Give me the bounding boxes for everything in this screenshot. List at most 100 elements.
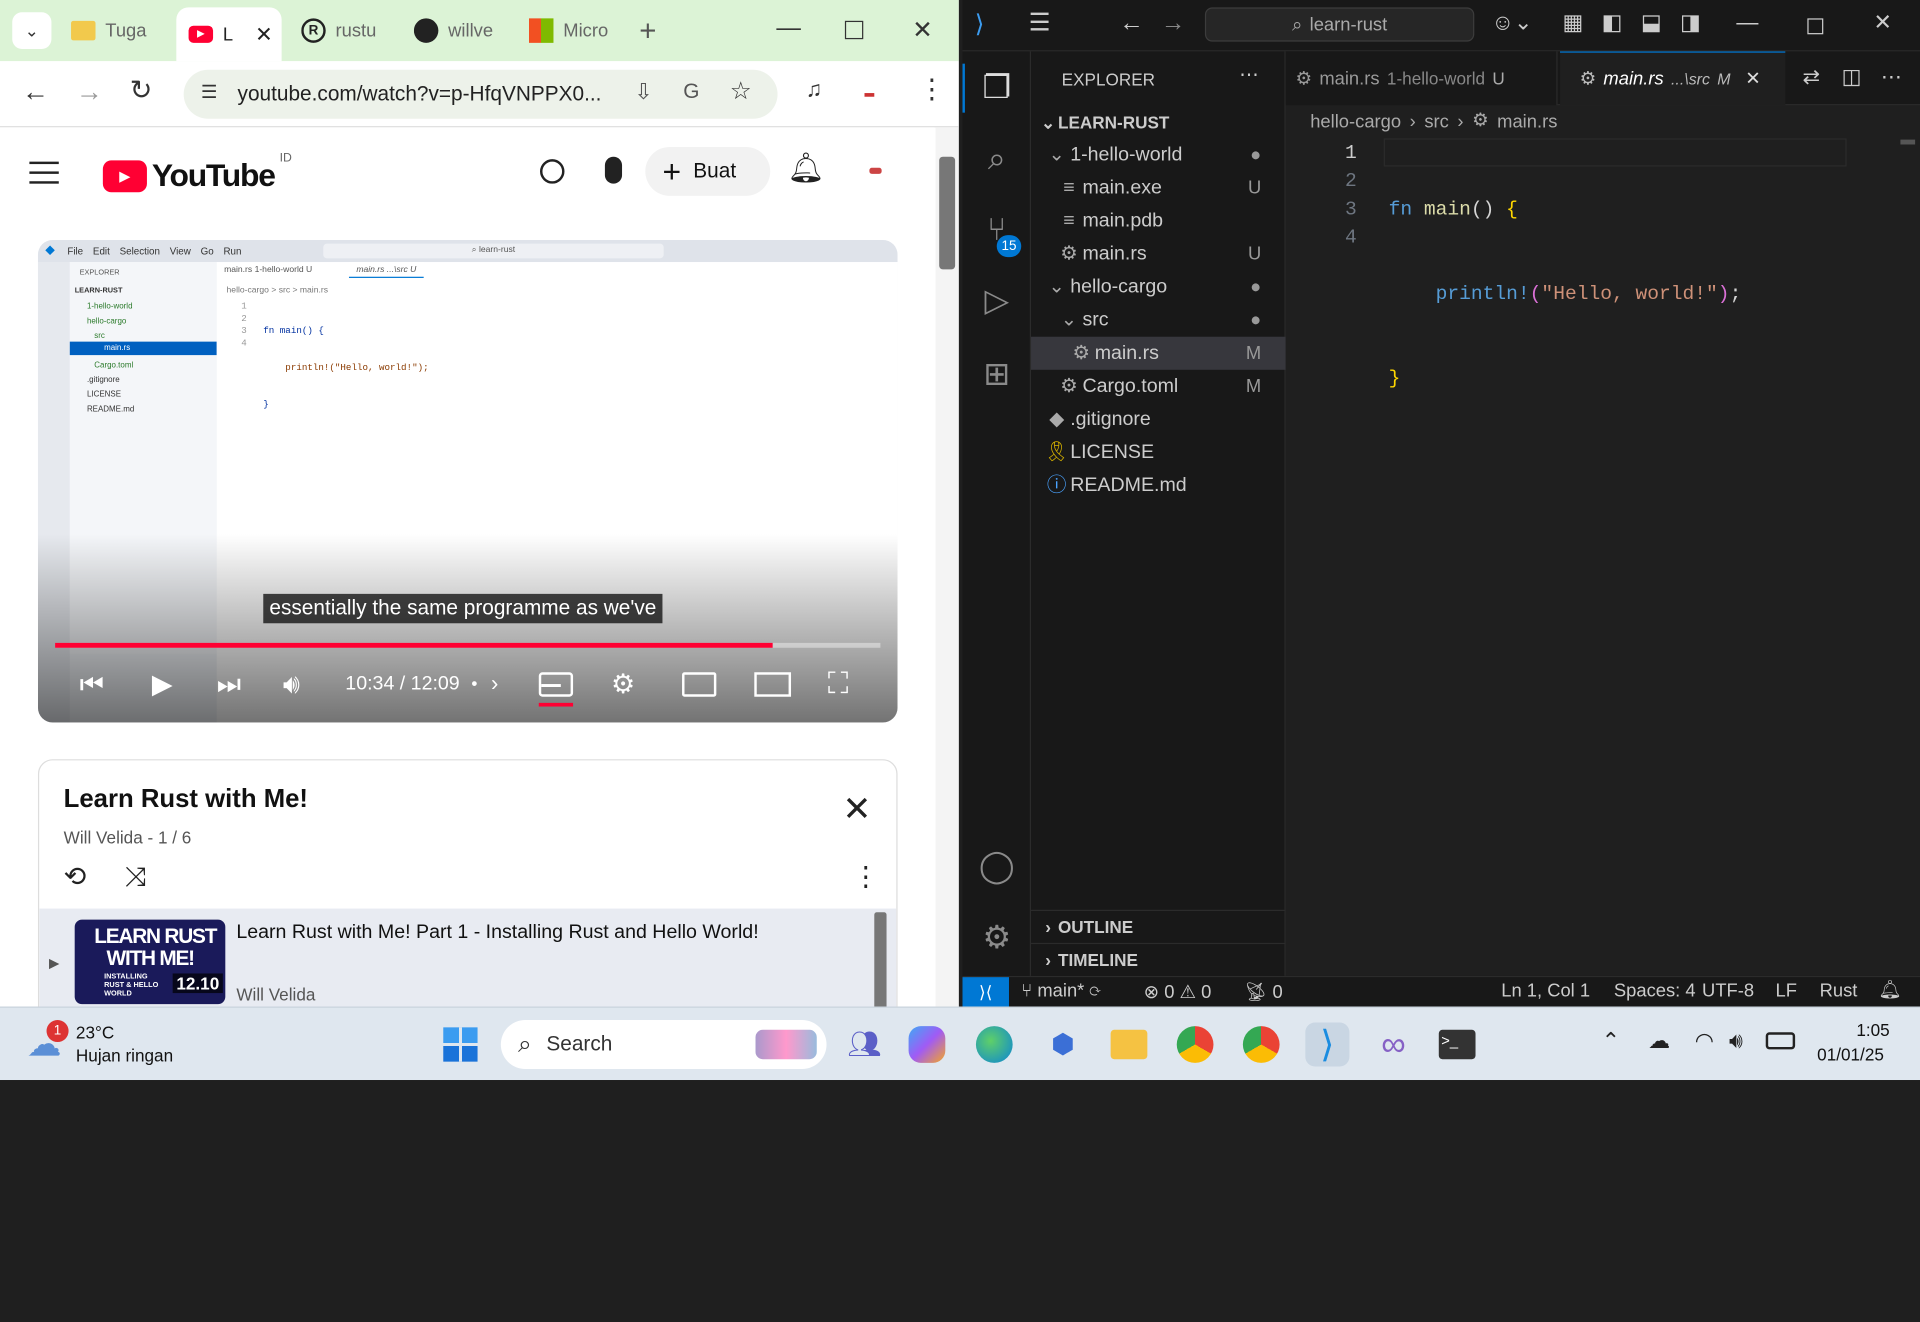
- shuffle-icon[interactable]: ⤨: [125, 863, 147, 890]
- create-button[interactable]: + Buat: [645, 146, 771, 196]
- explorer-more-icon[interactable]: ⋯: [1239, 66, 1259, 86]
- maximize-button[interactable]: [1807, 18, 1824, 35]
- clock-date[interactable]: 01/01/25: [1817, 1044, 1884, 1064]
- playlist-scrollbar[interactable]: [874, 912, 887, 1007]
- youtube-logo[interactable]: ▶ YouTube ID: [102, 152, 292, 195]
- fullscreen-icon[interactable]: ⛶: [828, 667, 849, 701]
- terminal-icon[interactable]: >_: [1435, 1022, 1479, 1066]
- extension-icon[interactable]: [864, 93, 875, 97]
- clock-time[interactable]: 1:05: [1856, 1020, 1889, 1040]
- toggle-secondary-sidebar-icon[interactable]: ◨: [1680, 11, 1701, 33]
- teams-icon[interactable]: 👥︎: [842, 1022, 886, 1066]
- vscode-icon[interactable]: ⟩: [1305, 1022, 1350, 1067]
- menu-icon[interactable]: ☰: [1029, 11, 1051, 35]
- customize-layout-icon[interactable]: ▦: [1562, 11, 1583, 33]
- nav-back-icon[interactable]: ←: [1119, 11, 1143, 35]
- battery-icon[interactable]: [1765, 1032, 1796, 1050]
- minimap-slider[interactable]: [1900, 139, 1916, 145]
- explorer-root[interactable]: ⌄ LEARN-RUST: [1031, 105, 1286, 138]
- run-debug-icon[interactable]: ▷: [962, 282, 1031, 320]
- notifications-bell-icon[interactable]: 🔔︎: [1878, 981, 1901, 999]
- sync-icon[interactable]: ⟳: [1089, 981, 1100, 1002]
- app-icon[interactable]: ⬢: [1041, 1022, 1085, 1066]
- media-control-icon[interactable]: ♫: [806, 78, 823, 100]
- maximize-button[interactable]: [844, 20, 864, 40]
- indentation[interactable]: Spaces: 4: [1614, 981, 1696, 1002]
- branch-status[interactable]: ⑂ main* ⟳: [1021, 981, 1100, 1002]
- ports-status[interactable]: 📡︎ 0: [1244, 981, 1283, 1003]
- tree-item[interactable]: ≡ main.exe U: [1031, 171, 1286, 204]
- taskbar-search[interactable]: ⌕ Search: [500, 1020, 827, 1069]
- site-info-icon[interactable]: ☰: [201, 83, 217, 101]
- editor-more-icon[interactable]: ⋯: [1881, 66, 1902, 87]
- tab-tugas[interactable]: Tuga: [71, 12, 167, 49]
- chrome-menu-icon[interactable]: ⋮: [918, 75, 945, 103]
- visual-studio-icon[interactable]: ∞: [1371, 1022, 1415, 1066]
- notifications-bell-icon[interactable]: 🔔︎: [787, 154, 824, 183]
- tab-microsoft[interactable]: Micro: [528, 12, 615, 49]
- theater-mode-icon[interactable]: [754, 672, 792, 697]
- chapter-chevron-icon[interactable]: ›: [491, 671, 498, 697]
- extensions-icon[interactable]: ⊞: [962, 355, 1031, 393]
- tree-item[interactable]: ⌄ hello-cargo ●: [1031, 271, 1286, 304]
- toggle-sidebar-icon[interactable]: ◧: [1602, 11, 1623, 33]
- volume-icon[interactable]: 🔊︎: [1729, 1030, 1743, 1052]
- tab-search-button[interactable]: ⌄: [12, 12, 52, 49]
- file-explorer-icon[interactable]: [1107, 1022, 1151, 1066]
- tree-item[interactable]: ◆ .gitignore: [1031, 403, 1286, 436]
- tree-item[interactable]: 🎗︎ LICENSE: [1031, 436, 1286, 469]
- close-window-button[interactable]: ✕: [1873, 11, 1891, 33]
- tab-youtube[interactable]: ▶ L ✕: [176, 7, 282, 62]
- video-player[interactable]: ◆ File Edit Selection View Go Run ⌕ learn-rus…: [37, 240, 898, 723]
- nav-forward-icon[interactable]: →: [1161, 11, 1185, 35]
- page-scrollbar-thumb[interactable]: [939, 156, 956, 270]
- breadcrumb-item[interactable]: src: [1424, 111, 1448, 132]
- miniplayer-icon[interactable]: [682, 672, 717, 697]
- next-video-icon[interactable]: ⏭︎: [217, 669, 241, 701]
- search-icon[interactable]: [540, 159, 565, 184]
- edge-icon[interactable]: [975, 1026, 1013, 1063]
- search-icon[interactable]: ⌕: [962, 140, 1031, 179]
- toggle-panel-icon[interactable]: ⬓: [1641, 11, 1662, 33]
- cursor-position[interactable]: Ln 1, Col 1: [1501, 981, 1590, 1002]
- tree-item[interactable]: ⚙ Cargo.toml M: [1031, 370, 1286, 403]
- close-icon[interactable]: ✕: [842, 792, 871, 826]
- breadcrumb-item[interactable]: main.rs: [1497, 111, 1557, 132]
- settings-gear-icon[interactable]: ⚙︎: [611, 669, 635, 701]
- end-of-line[interactable]: LF: [1776, 981, 1797, 1002]
- chrome-profile-1-icon[interactable]: [1173, 1022, 1217, 1066]
- problems-status[interactable]: ⊗ 0 ⚠ 0: [1144, 981, 1212, 1003]
- tab-rustup[interactable]: R rustu: [301, 12, 387, 49]
- wifi-icon[interactable]: ◠: [1695, 1030, 1714, 1052]
- video-progress-bar[interactable]: [55, 642, 881, 648]
- more-options-icon[interactable]: ⋮: [852, 863, 879, 890]
- tree-item[interactable]: ⌄ 1-hello-world ●: [1031, 138, 1286, 171]
- volume-icon[interactable]: 🔊︎: [283, 669, 300, 701]
- tab-main-rs-hello-world[interactable]: ⚙ main.rs 1-hello-world U: [1285, 51, 1558, 106]
- reload-button[interactable]: ↻: [130, 77, 153, 104]
- tree-item[interactable]: ⌄ src ●: [1031, 304, 1286, 337]
- tree-item[interactable]: ⓘ README.md: [1031, 469, 1286, 502]
- onedrive-icon[interactable]: ☁: [1648, 1030, 1670, 1052]
- page-scrollbar[interactable]: [935, 127, 959, 1007]
- remote-indicator-icon[interactable]: ⟩⟨: [962, 977, 1009, 1007]
- breadcrumb-item[interactable]: hello-cargo: [1310, 111, 1401, 132]
- weather-widget[interactable]: ☁ 1 23°C Hujan ringan: [27, 1020, 198, 1069]
- address-bar[interactable]: ☰ youtube.com/watch?v=p-HfqVNPPX0... ⇩ G…: [183, 69, 778, 119]
- tree-item[interactable]: ⚙ main.rs U: [1031, 238, 1286, 271]
- tree-item[interactable]: ≡ main.pdb: [1031, 204, 1286, 237]
- forward-button[interactable]: →: [76, 78, 103, 105]
- back-button[interactable]: ←: [22, 78, 49, 105]
- new-tab-button[interactable]: +: [639, 15, 656, 49]
- tab-github[interactable]: willve: [413, 12, 502, 49]
- close-tab-icon[interactable]: ✕: [255, 24, 272, 45]
- open-changes-icon[interactable]: ⇄: [1802, 66, 1819, 87]
- show-hidden-icons-icon[interactable]: ⌃: [1602, 1030, 1620, 1052]
- microphone-icon[interactable]: [604, 156, 623, 184]
- avatar[interactable]: [869, 167, 882, 174]
- explorer-icon[interactable]: ❐: [962, 69, 1031, 107]
- split-editor-icon[interactable]: ◫: [1842, 66, 1862, 87]
- close-tab-icon[interactable]: ✕: [1745, 70, 1760, 88]
- subtitles-icon[interactable]: ▬▬: [538, 672, 574, 697]
- minimize-button[interactable]: —: [1736, 11, 1758, 33]
